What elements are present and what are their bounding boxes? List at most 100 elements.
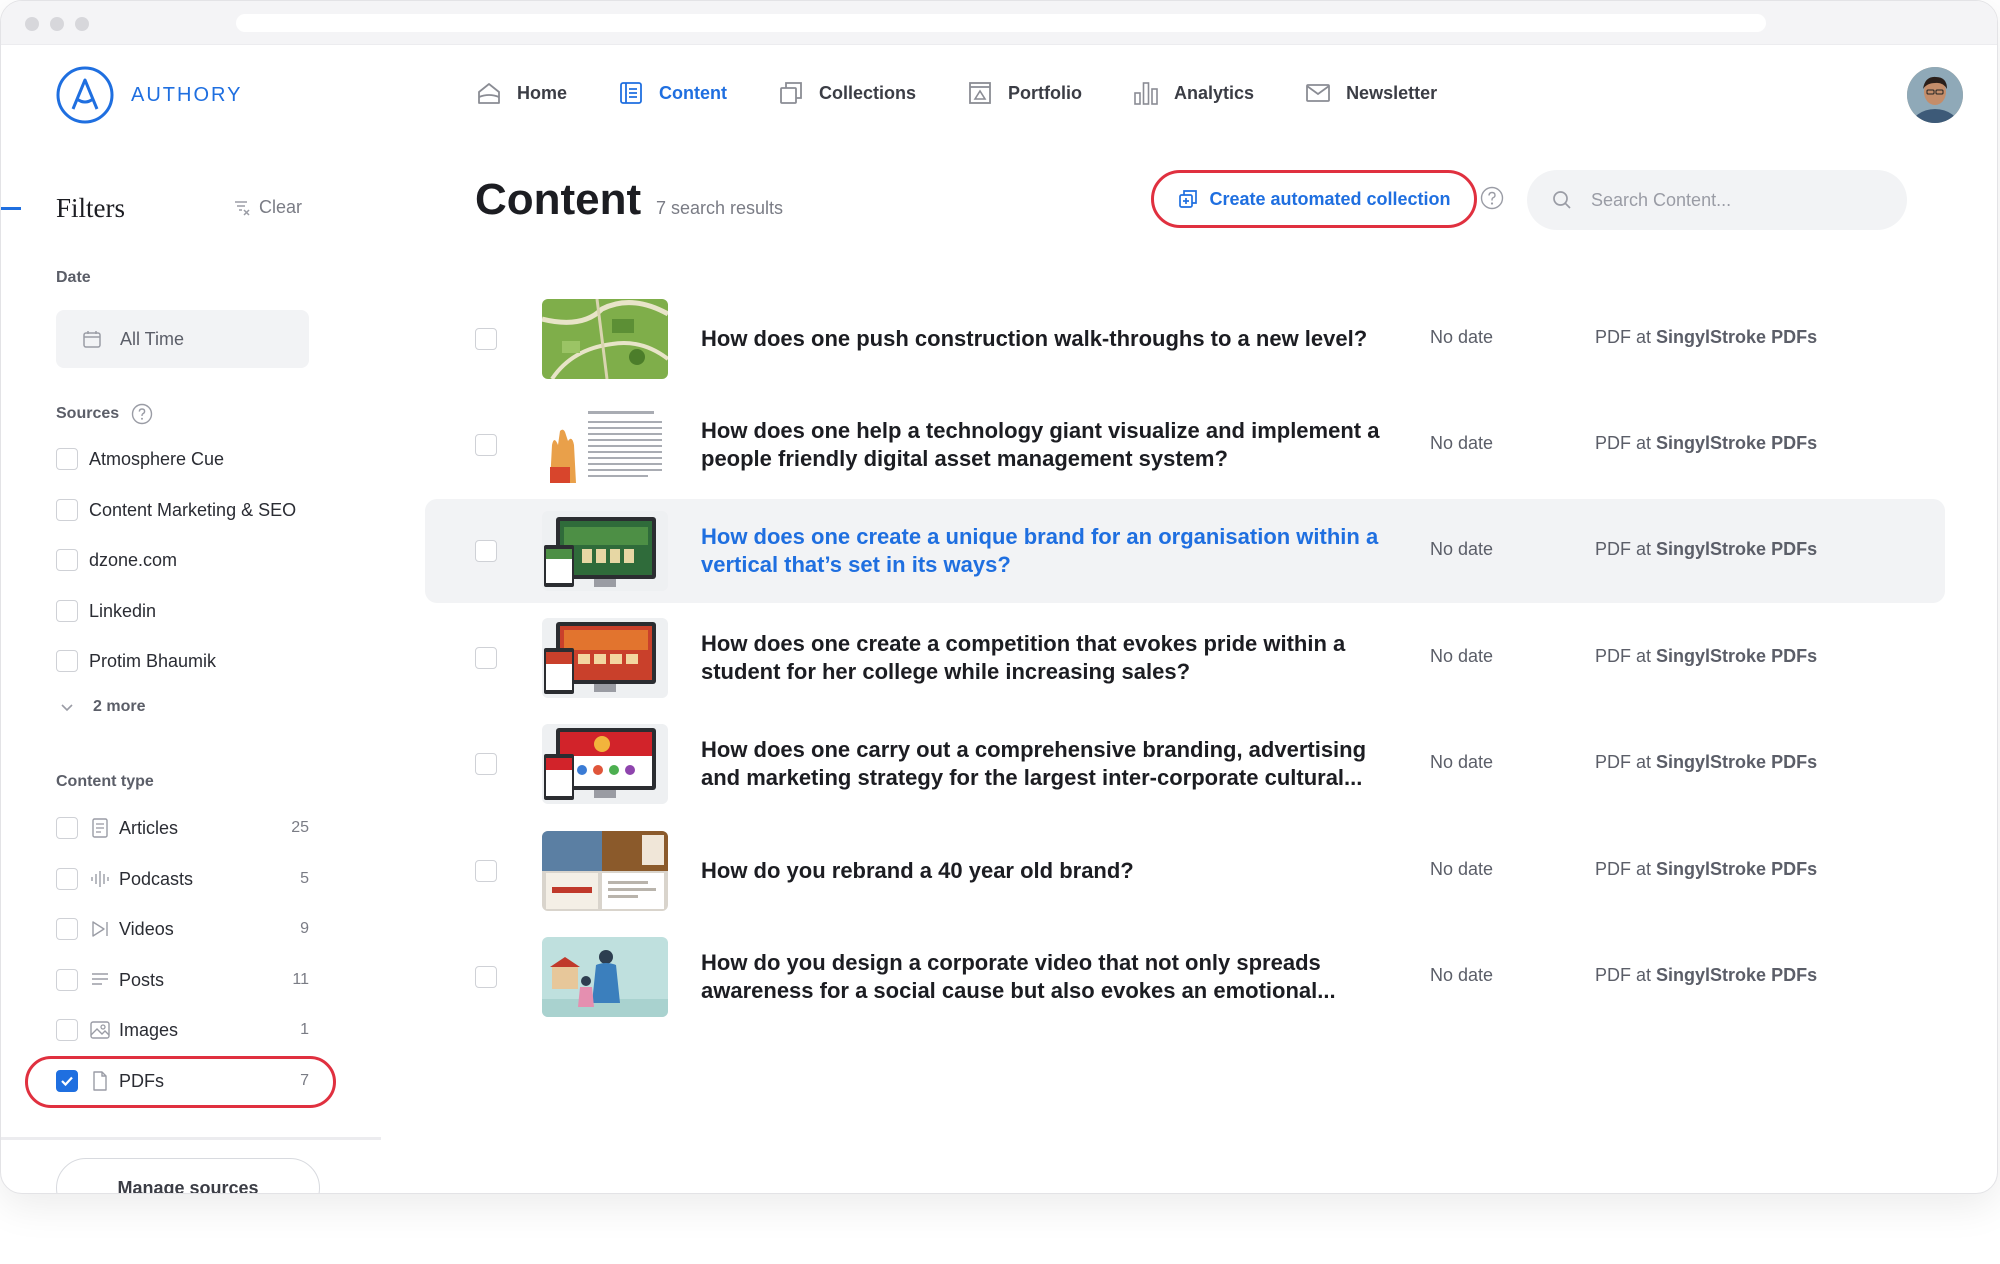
content-item[interactable]: How does one push construction walk-thro…	[425, 287, 1945, 391]
content-type-label: Videos	[119, 918, 174, 939]
show-more-sources-button[interactable]: 2 more	[59, 698, 145, 716]
nav-newsletter[interactable]: Newsletter	[1304, 79, 1437, 107]
content-type-checkbox[interactable]	[56, 969, 78, 991]
item-title[interactable]: How does one carry out a comprehensive b…	[701, 712, 1401, 816]
content-type-checkbox[interactable]	[56, 918, 78, 940]
clear-filters-button[interactable]: Clear	[233, 197, 302, 218]
source-filter-content-marketing[interactable]: Content Marketing & SEO	[56, 499, 296, 521]
nav-analytics[interactable]: Analytics	[1132, 79, 1254, 107]
content-item[interactable]: How do you rebrand a 40 year old brand? …	[425, 819, 1945, 923]
nav-portfolio[interactable]: Portfolio	[966, 79, 1082, 107]
window-maximize-dot[interactable]	[75, 17, 89, 31]
browser-chrome	[1, 1, 1997, 45]
filters-title: Filters	[56, 193, 126, 223]
content-type-checkbox[interactable]	[56, 868, 78, 890]
content-type-section-label: Content type	[56, 773, 154, 791]
content-item[interactable]: How do you design a corporate video that…	[425, 925, 1945, 1029]
item-source-name[interactable]: SingylStroke PDFs	[1656, 752, 1817, 772]
website-mockup-thumbnail-image	[542, 724, 668, 804]
item-thumbnail-green-site[interactable]	[542, 511, 668, 591]
content-type-podcasts[interactable]: Podcasts 5	[56, 868, 309, 890]
content-item-hovered[interactable]: How does one create a unique brand for a…	[425, 499, 1945, 603]
sources-section-label: Sources	[56, 403, 153, 425]
item-source-prefix: PDF at	[1595, 752, 1652, 772]
date-range-select[interactable]: All Time	[56, 310, 309, 368]
manage-sources-label: Manage sources	[117, 1177, 259, 1194]
create-automated-collection-button[interactable]: Create automated collection	[1151, 170, 1477, 228]
item-title[interactable]: How do you design a corporate video that…	[701, 925, 1401, 1029]
nav-content[interactable]: Content	[617, 79, 727, 107]
source-filter-linkedin[interactable]: Linkedin	[56, 600, 156, 622]
item-thumbnail-red-site[interactable]	[542, 724, 668, 804]
item-checkbox[interactable]	[475, 647, 497, 669]
analytics-icon	[1134, 82, 1158, 105]
content-item[interactable]: How does one carry out a comprehensive b…	[425, 712, 1945, 816]
window-minimize-dot[interactable]	[50, 17, 64, 31]
item-date: No date	[1430, 859, 1494, 879]
search-input[interactable]	[1591, 189, 1891, 211]
clear-label: Clear	[259, 197, 303, 217]
address-bar[interactable]	[236, 14, 1766, 32]
video-icon	[92, 921, 108, 937]
content-type-videos[interactable]: Videos 9	[56, 918, 309, 940]
item-source: PDF at SingylStroke PDFs	[1595, 965, 1817, 986]
document-thumbnail-image	[542, 405, 668, 485]
manage-sources-button[interactable]: Manage sources	[56, 1158, 320, 1194]
brand-logo[interactable]: AUTHORY	[55, 65, 242, 125]
item-title[interactable]: How does one create a competition that e…	[701, 606, 1401, 710]
source-checkbox[interactable]	[56, 448, 78, 470]
item-thumbnail-map[interactable]	[542, 299, 668, 379]
item-source-prefix: PDF at	[1595, 327, 1652, 347]
content-type-label: Images	[119, 1019, 179, 1040]
item-checkbox[interactable]	[475, 966, 497, 988]
item-title[interactable]: How does one help a technology giant vis…	[701, 393, 1401, 497]
help-icon[interactable]	[131, 403, 153, 425]
item-thumbnail-collage[interactable]	[542, 831, 668, 911]
content-type-images[interactable]: Images 1	[56, 1019, 309, 1041]
content-type-articles[interactable]: Articles 25	[56, 817, 309, 839]
content-item[interactable]: How does one help a technology giant vis…	[425, 393, 1945, 497]
item-thumbnail-doc[interactable]	[542, 405, 668, 485]
item-date: No date	[1430, 433, 1494, 453]
content-item[interactable]: How does one create a competition that e…	[425, 606, 1945, 710]
item-checkbox[interactable]	[475, 753, 497, 775]
highlight-ring	[25, 1056, 336, 1108]
item-thumbnail-illustration[interactable]	[542, 937, 668, 1017]
item-title[interactable]: How does one create a unique brand for a…	[701, 499, 1401, 603]
create-collection-label: Create automated collection	[1209, 188, 1451, 209]
item-title[interactable]: How does one push construction walk-thro…	[701, 287, 1401, 391]
source-filter-dzone[interactable]: dzone.com	[56, 549, 177, 571]
source-filter-atmosphere-cue[interactable]: Atmosphere Cue	[56, 448, 224, 470]
source-checkbox[interactable]	[56, 549, 78, 571]
item-checkbox[interactable]	[475, 434, 497, 456]
item-source-name[interactable]: SingylStroke PDFs	[1656, 327, 1817, 347]
item-thumbnail-orange-site[interactable]	[542, 618, 668, 698]
item-source-name[interactable]: SingylStroke PDFs	[1656, 539, 1817, 559]
help-icon[interactable]	[1480, 186, 1504, 210]
item-checkbox[interactable]	[475, 328, 497, 350]
content-type-posts[interactable]: Posts 11	[56, 969, 309, 991]
source-checkbox[interactable]	[56, 600, 78, 622]
item-title[interactable]: How do you rebrand a 40 year old brand?	[701, 819, 1401, 923]
source-filter-protim-bhaumik[interactable]: Protim Bhaumik	[56, 650, 216, 672]
item-source-name[interactable]: SingylStroke PDFs	[1656, 965, 1817, 985]
source-checkbox[interactable]	[56, 499, 78, 521]
item-source-name[interactable]: SingylStroke PDFs	[1656, 646, 1817, 666]
window-close-dot[interactable]	[25, 17, 39, 31]
item-source-prefix: PDF at	[1595, 433, 1652, 453]
item-source-prefix: PDF at	[1595, 539, 1652, 559]
nav-collections[interactable]: Collections	[777, 79, 916, 107]
item-date: No date	[1430, 752, 1494, 772]
item-source-name[interactable]: SingylStroke PDFs	[1656, 859, 1817, 879]
content-icon	[620, 82, 642, 104]
item-checkbox[interactable]	[475, 860, 497, 882]
user-avatar[interactable]	[1907, 67, 1963, 123]
item-source-name[interactable]: SingylStroke PDFs	[1656, 433, 1817, 453]
item-checkbox[interactable]	[475, 540, 497, 562]
item-source-prefix: PDF at	[1595, 646, 1652, 666]
search-box[interactable]	[1527, 170, 1907, 230]
nav-home[interactable]: Home	[475, 79, 567, 107]
content-type-checkbox[interactable]	[56, 817, 78, 839]
content-type-checkbox[interactable]	[56, 1019, 78, 1041]
source-checkbox[interactable]	[56, 650, 78, 672]
